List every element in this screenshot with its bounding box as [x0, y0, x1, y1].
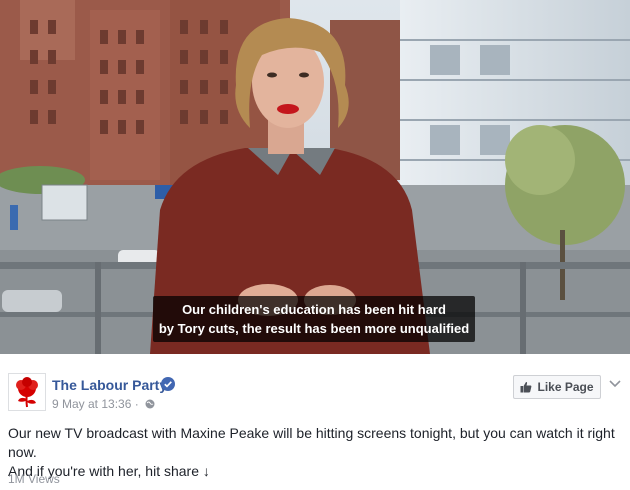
view-count: 1M Views: [8, 472, 60, 486]
labour-rose-icon: [16, 377, 38, 408]
page-name-link[interactable]: The Labour Party: [52, 377, 167, 393]
page-avatar[interactable]: [8, 373, 46, 411]
verified-icon: [161, 377, 175, 391]
video-subtitle: Our children's education has been hit ha…: [153, 296, 475, 342]
like-page-label: Like Page: [537, 380, 594, 394]
post-text-line-2: And if you're with her, hit share ↓: [8, 463, 210, 479]
chevron-down-icon[interactable]: [609, 380, 621, 388]
subtitle-line-2: by Tory cuts, the result has been more u…: [158, 321, 470, 336]
post-date[interactable]: 9 May at 13:36 ·: [52, 397, 139, 411]
thumb-up-icon: [520, 381, 532, 393]
post-text-line-1: Our new TV broadcast with Maxine Peake w…: [8, 425, 615, 460]
like-page-button[interactable]: Like Page: [513, 375, 601, 399]
post-message: Our new TV broadcast with Maxine Peake w…: [8, 424, 623, 481]
globe-icon: [145, 399, 155, 409]
subtitle-line-1: Our children's education has been hit ha…: [182, 302, 446, 317]
post-header: The Labour Party 9 May at 13:36 · Like P…: [0, 366, 630, 416]
post-meta: 9 May at 13:36 ·: [52, 397, 155, 411]
video-player[interactable]: Our children's education has been hit ha…: [0, 0, 630, 354]
